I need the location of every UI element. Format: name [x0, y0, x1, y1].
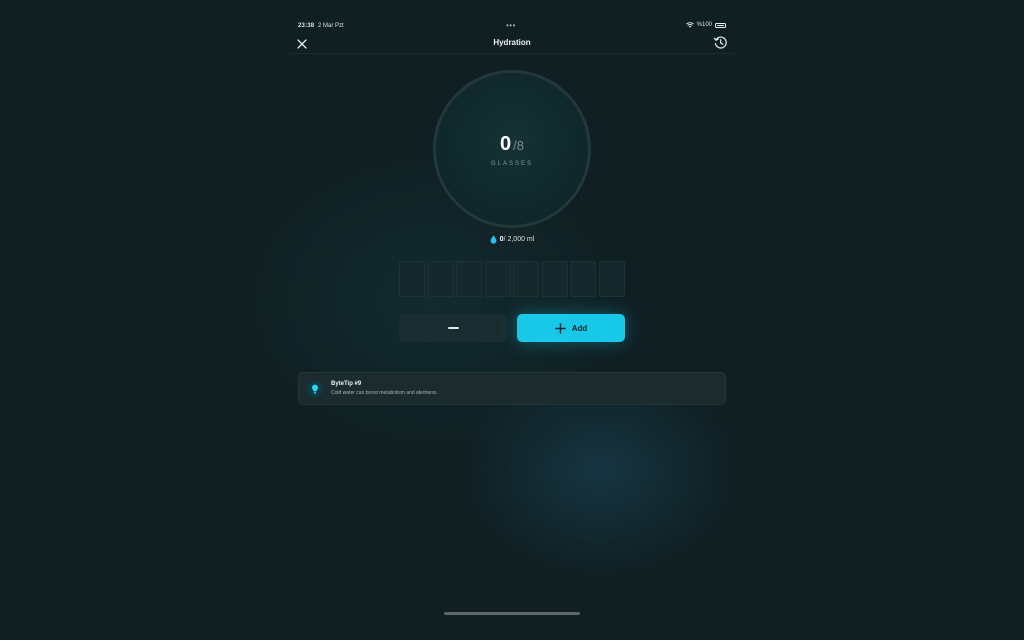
- lightbulb-icon: [312, 384, 318, 394]
- volume-text: 0/ 2,000 ml: [500, 236, 535, 243]
- add-button-label: Add: [571, 323, 588, 333]
- current-glasses: 0: [500, 133, 512, 155]
- status-date: 2 Mar Pzt: [318, 23, 344, 29]
- glass-slot[interactable]: [541, 261, 568, 297]
- tip-card[interactable]: ByteTip #9 Cold water can boost metaboli…: [298, 372, 726, 405]
- glass-slots: [399, 261, 625, 297]
- wifi-icon: [685, 22, 694, 28]
- glass-slot[interactable]: [570, 261, 596, 297]
- plus-icon: [554, 322, 566, 334]
- glass-slot[interactable]: [513, 261, 539, 297]
- glasses-unit-label: GLASSES: [490, 161, 533, 167]
- top-bar: Hydration: [290, 34, 734, 54]
- multitasking-dots[interactable]: •••: [506, 21, 516, 30]
- tip-icon-badge: [307, 381, 323, 397]
- status-time: 23:38: [298, 23, 315, 29]
- history-icon: [713, 36, 727, 49]
- progress-ring: 0/8 GLASSES: [433, 70, 591, 228]
- battery-percentage: %100: [696, 22, 712, 28]
- add-glass-button[interactable]: Add: [517, 314, 625, 342]
- status-bar: 23:38 2 Mar Pzt ••• %100: [298, 21, 726, 33]
- glass-slot[interactable]: [399, 261, 425, 297]
- glass-slot[interactable]: [427, 261, 454, 297]
- history-button[interactable]: [713, 35, 728, 50]
- home-indicator[interactable]: [444, 612, 580, 615]
- status-indicators: %100: [685, 22, 726, 28]
- battery-icon: [715, 22, 726, 28]
- goal-glasses: 8: [516, 138, 524, 153]
- tip-title: ByteTip #9: [331, 381, 362, 387]
- minus-icon: [447, 327, 459, 329]
- glass-slot[interactable]: [598, 261, 625, 297]
- page-title: Hydration: [493, 38, 531, 47]
- glass-slot[interactable]: [456, 261, 482, 297]
- water-drop-icon: [490, 234, 497, 244]
- remove-glass-button[interactable]: [399, 314, 507, 342]
- volume-goal: / 2,000 ml: [503, 235, 535, 243]
- hydration-screen: 23:38 2 Mar Pzt ••• %100 Hydration 0 /8 …: [0, 0, 1024, 640]
- tip-text: Cold water can boost metabolism and aler…: [331, 390, 438, 396]
- volume-pill: 0/ 2,000 ml: [480, 230, 544, 248]
- glass-slot[interactable]: [484, 261, 511, 297]
- glass-count: 0/8: [436, 133, 588, 156]
